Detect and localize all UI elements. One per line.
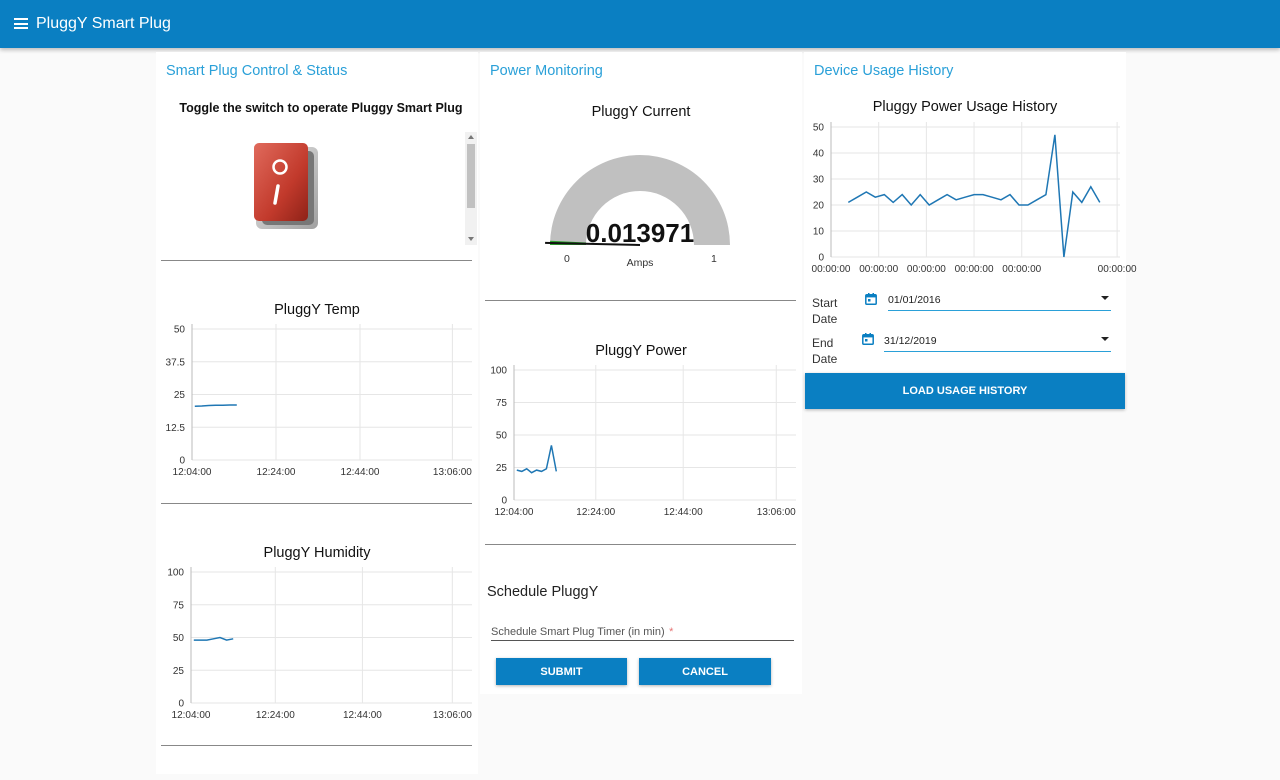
- switch-frame: [162, 132, 477, 245]
- gauge-units: Amps: [626, 257, 654, 269]
- y-tick-label: 0: [179, 456, 185, 467]
- start-date-label: Start Date: [812, 296, 838, 326]
- switch-scrollbar[interactable]: [465, 132, 477, 245]
- x-tick-label: 12:44:00: [664, 507, 703, 518]
- x-tick-label: 12:24:00: [256, 710, 295, 721]
- y-tick-label: 100: [490, 366, 507, 377]
- history-group-title: Device Usage History: [814, 63, 954, 79]
- y-tick-label: 30: [813, 175, 825, 186]
- load-usage-history-button[interactable]: LOAD USAGE HISTORY: [805, 373, 1125, 409]
- power-switch-icon: [254, 143, 318, 229]
- y-tick-label: 40: [813, 149, 825, 160]
- divider: [485, 300, 796, 301]
- x-tick-label: 12:04:00: [172, 710, 211, 721]
- scroll-thumb[interactable]: [467, 144, 475, 208]
- chevron-down-icon[interactable]: [1101, 337, 1109, 341]
- control-group-title: Smart Plug Control & Status: [166, 63, 348, 79]
- history-chart: 5040302010000:00:00 00:00:00 00:00:00 00:00…: [812, 122, 1137, 275]
- y-tick-label: 50: [496, 431, 508, 442]
- y-tick-label: 100: [167, 568, 184, 579]
- top-bar: PluggY Smart Plug: [0, 0, 1280, 48]
- end-date-label: End Date: [812, 336, 838, 366]
- x-tick-label: 12:44:00: [341, 467, 380, 478]
- cancel-button[interactable]: CANCEL: [639, 658, 771, 685]
- schedule-title: Schedule PluggY: [487, 584, 599, 600]
- schedule-timer-input[interactable]: Schedule Smart Plug Timer (in min) *: [491, 622, 794, 641]
- menu-icon[interactable]: [14, 18, 28, 29]
- divider: [485, 544, 796, 545]
- y-tick-label: 25: [496, 463, 508, 474]
- x-tick-label: 13:06:00: [757, 507, 796, 518]
- gauge-value: 0.013971: [585, 218, 695, 248]
- series-line: [516, 445, 558, 474]
- divider: [161, 745, 472, 746]
- x-tick-label: 00:00:00: [812, 264, 851, 275]
- x-tick-label: 13:06:00: [433, 710, 472, 721]
- y-tick-label: 10: [813, 227, 825, 238]
- power-chart-title: PluggY Power: [595, 343, 687, 359]
- x-tick-label: 12:04:00: [173, 467, 212, 478]
- scroll-down-icon[interactable]: [468, 237, 474, 241]
- toggle-label: Toggle the switch to operate Pluggy Smar…: [179, 101, 463, 115]
- start-date-field[interactable]: 01/01/2016: [888, 292, 1111, 311]
- temp-chart-title: PluggY Temp: [274, 302, 360, 318]
- temp-chart: 50 37.5 25 12.5 012:04:00 12:24:00 12:44:00 13:…: [166, 324, 472, 478]
- x-tick-label: 12:44:00: [343, 710, 382, 721]
- submit-button[interactable]: SUBMIT: [496, 658, 627, 685]
- y-tick-label: 50: [174, 325, 186, 336]
- y-tick-label: 0: [818, 253, 824, 264]
- schedule-timer-placeholder: Schedule Smart Plug Timer (in min): [491, 626, 665, 638]
- power-switch[interactable]: [248, 141, 320, 233]
- humidity-chart-title: PluggY Humidity: [263, 545, 371, 561]
- x-tick-label: 13:06:00: [433, 467, 472, 478]
- history-chart-title: Pluggy Power Usage History: [872, 99, 1058, 115]
- y-tick-label: 50: [813, 123, 825, 134]
- power-group-title: Power Monitoring: [490, 63, 603, 79]
- x-tick-label: 00:00:00: [907, 264, 946, 275]
- end-date-value: 31/12/2019: [884, 335, 937, 347]
- y-tick-label: 0: [178, 699, 184, 710]
- y-tick-label: 25: [174, 390, 186, 401]
- y-tick-label: 12.5: [166, 423, 186, 434]
- divider: [161, 503, 472, 504]
- gauge-min: 0: [564, 253, 570, 265]
- power-chart: 100 75 50 25 012:04:00 12:24:00 12:44:00 13:06:…: [490, 365, 796, 518]
- power-group: Power Monitoring PluggY Current 0.013971…: [480, 52, 802, 694]
- x-tick-label: 00:00:00: [955, 264, 994, 275]
- y-tick-label: 0: [501, 496, 507, 507]
- divider: [161, 260, 472, 261]
- y-tick-label: 50: [173, 633, 185, 644]
- app-title: PluggY Smart Plug: [36, 15, 171, 32]
- x-tick-label: 00:00:00: [1098, 264, 1137, 275]
- x-tick-label: 12:24:00: [576, 507, 615, 518]
- series-line: [194, 404, 237, 408]
- start-date-value: 01/01/2016: [888, 294, 941, 306]
- x-tick-label: 12:24:00: [257, 467, 296, 478]
- chevron-down-icon[interactable]: [1101, 296, 1109, 300]
- y-tick-label: 37.5: [166, 357, 186, 368]
- gauge-title: PluggY Current: [591, 104, 691, 120]
- required-mark: *: [669, 626, 674, 638]
- calendar-icon: [865, 293, 877, 305]
- x-tick-label: 00:00:00: [859, 264, 898, 275]
- x-tick-label: 12:04:00: [495, 507, 534, 518]
- gauge-max: 1: [711, 253, 717, 265]
- y-tick-label: 75: [173, 600, 185, 611]
- x-tick-label: 00:00:00: [1002, 264, 1041, 275]
- control-group: Smart Plug Control & Status Toggle the s…: [156, 52, 478, 774]
- y-tick-label: 25: [173, 666, 185, 677]
- history-group: Device Usage History Pluggy Power Usage …: [804, 52, 1137, 410]
- y-tick-label: 20: [813, 201, 825, 212]
- end-date-field[interactable]: 31/12/2019: [884, 333, 1111, 352]
- calendar-icon: [862, 333, 874, 345]
- humidity-chart: 100 75 50 25 012:04:00 12:24:00 12:44:00 13:06:…: [167, 567, 472, 721]
- scroll-up-icon[interactable]: [468, 135, 474, 139]
- y-tick-label: 75: [496, 398, 508, 409]
